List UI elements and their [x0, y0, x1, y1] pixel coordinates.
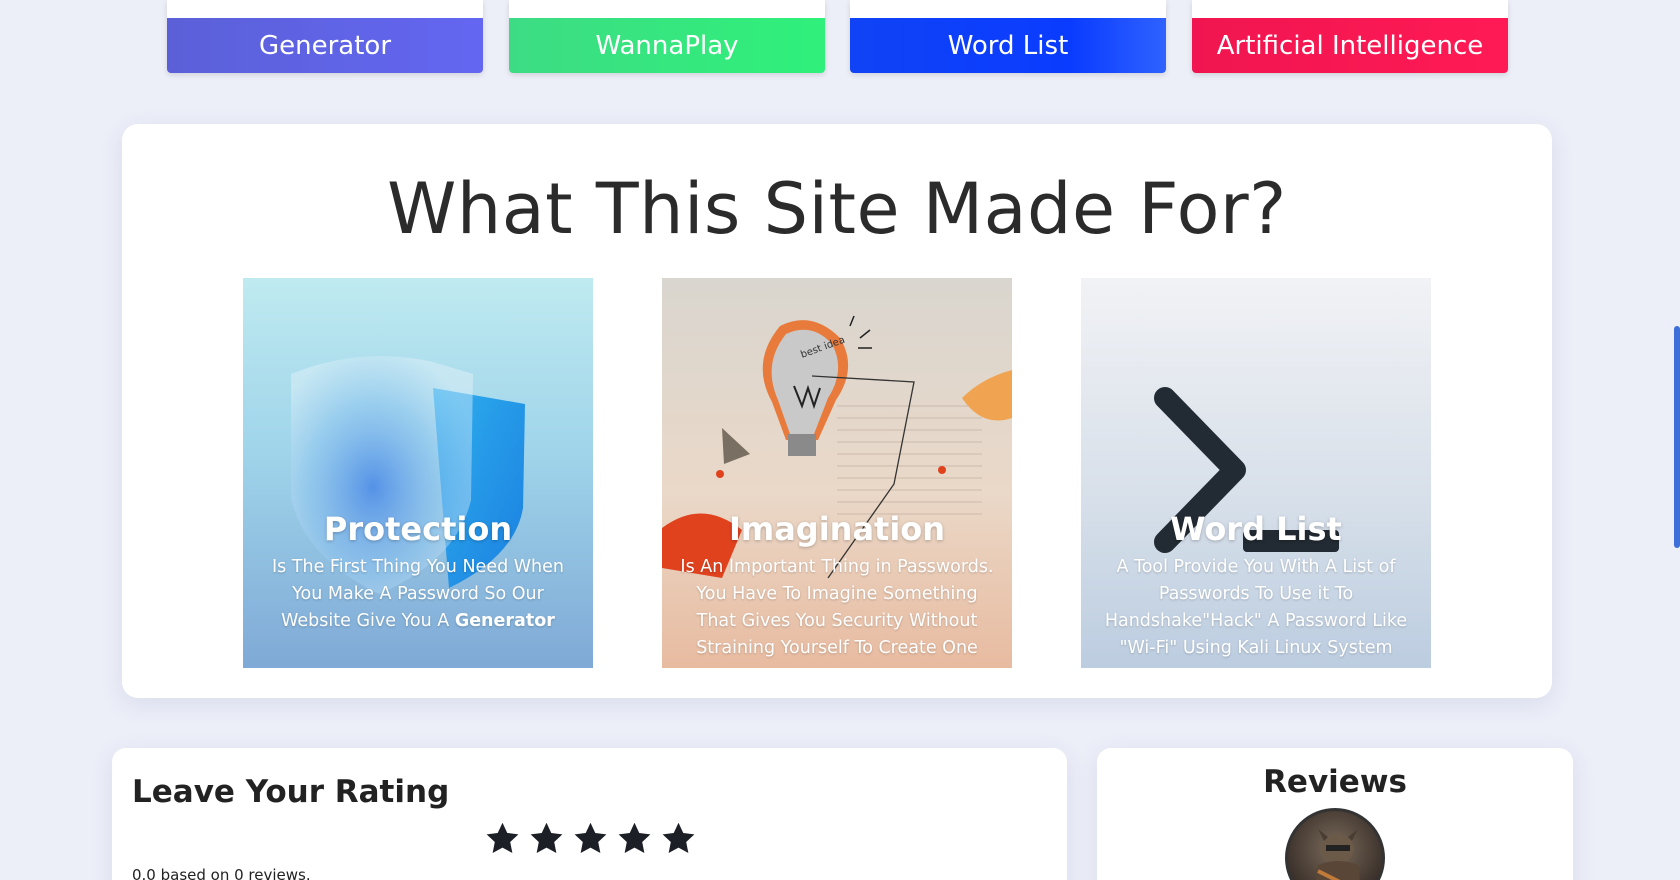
- about-panel: What This Site Made For? Protection Is T…: [122, 124, 1552, 698]
- feature-card-protection: Protection Is The First Thing You Need W…: [243, 278, 593, 668]
- feature-card-imagination: best idea Imagination Is An Important Th…: [662, 278, 1012, 668]
- star-icon[interactable]: [616, 820, 653, 857]
- star-icon[interactable]: [660, 820, 697, 857]
- tool-card-label[interactable]: Word List: [850, 18, 1166, 73]
- rating-card: Leave Your Rating 0.0 based on 0 reviews…: [112, 748, 1067, 880]
- star-rating[interactable]: [484, 820, 697, 857]
- tool-card-top: [167, 0, 483, 18]
- feature-title: Protection: [323, 510, 513, 548]
- feature-title: Imagination: [728, 510, 946, 548]
- tool-card-label[interactable]: WannaPlay: [509, 18, 825, 73]
- feature-desc: Is An Important Thing in Passwords. You …: [680, 557, 994, 658]
- page-scrollbar[interactable]: [1674, 326, 1680, 548]
- raccoon-avatar-icon: [1316, 829, 1360, 880]
- tool-card-word-list[interactable]: Word List: [850, 0, 1166, 73]
- rating-title: Leave Your Rating: [132, 774, 450, 810]
- tool-card-label[interactable]: Generator: [167, 18, 483, 73]
- star-icon[interactable]: [572, 820, 609, 857]
- tool-card-top: [850, 0, 1166, 18]
- reviews-card: Reviews: [1097, 748, 1573, 880]
- feature-desc-bold: Generator: [454, 611, 555, 631]
- feature-card-word-list: Word List A Tool Provide You With A List…: [1081, 278, 1431, 668]
- page: Generator WannaPlay Word List Artificial…: [0, 0, 1680, 880]
- tool-card-wannaplay[interactable]: WannaPlay: [509, 0, 825, 73]
- reviews-title: Reviews: [1263, 764, 1407, 800]
- tool-card-top: [1192, 0, 1508, 18]
- about-title: What This Site Made For?: [387, 168, 1287, 250]
- feature-desc: Is The First Thing You Need When You Mak…: [257, 554, 579, 635]
- tool-card-top: [509, 0, 825, 18]
- rating-summary: 0.0 based on 0 reviews.: [132, 866, 311, 880]
- tool-card-generator[interactable]: Generator: [167, 0, 483, 73]
- feature-desc: A Tool Provide You With A List of Passwo…: [1104, 557, 1408, 658]
- star-icon[interactable]: [528, 820, 565, 857]
- feature-title: Word List: [1170, 510, 1342, 548]
- tool-card-artificial-intelligence[interactable]: Artificial Intelligence: [1192, 0, 1508, 73]
- reviewer-avatar[interactable]: [1285, 808, 1385, 880]
- star-icon[interactable]: [484, 820, 521, 857]
- tool-card-label[interactable]: Artificial Intelligence: [1192, 18, 1508, 73]
